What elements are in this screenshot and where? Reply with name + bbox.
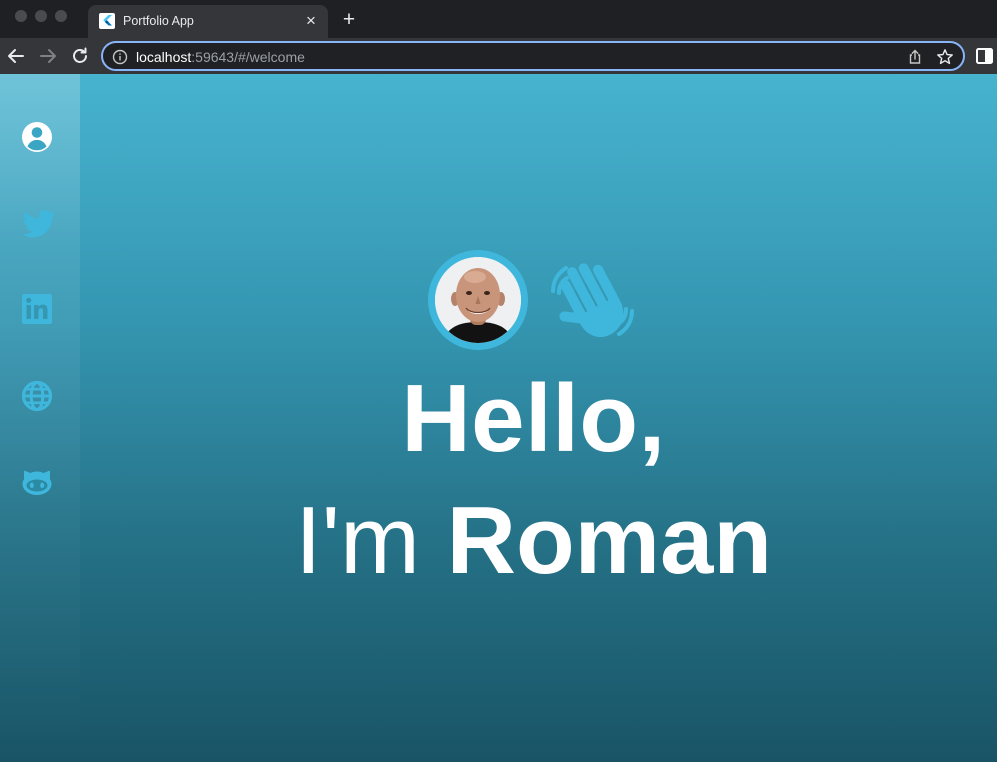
greeting-heading: Hello, [401,365,666,472]
window-zoom-dot[interactable] [55,10,67,22]
tab-close-button[interactable]: × [302,12,320,30]
github-icon[interactable] [20,463,58,501]
waving-hand-icon [545,253,640,348]
bookmark-star-icon[interactable] [936,48,954,66]
back-arrow-icon[interactable] [4,44,28,68]
new-tab-button[interactable]: + [338,9,360,31]
url-text[interactable]: localhost:59643/#/welcome [136,48,305,66]
window-close-dot[interactable] [15,10,27,22]
browser-tab[interactable]: Portfolio App × [88,5,328,38]
avatar [428,250,528,350]
browser-tab-bar: Portfolio App × + [0,0,997,38]
browser-toolbar: localhost:59643/#/welcome [0,38,997,74]
twitter-icon[interactable] [20,204,58,242]
share-icon[interactable] [906,48,924,66]
linkedin-icon[interactable] [20,291,58,329]
welcome-hero: Hello, I'm Roman [80,74,997,762]
owner-name: Roman [446,487,772,594]
portfolio-page: Hello, I'm Roman [0,74,997,762]
reload-icon[interactable] [68,44,92,68]
side-panel-icon[interactable] [975,46,995,66]
site-info-icon[interactable] [112,49,128,65]
social-sidebar [0,74,80,762]
profile-photo [435,257,521,343]
url-path: :59643/#/welcome [191,49,305,65]
url-host: localhost [136,49,192,65]
flutter-favicon-icon [99,13,115,29]
globe-icon[interactable] [20,377,58,415]
tab-title: Portfolio App [123,14,194,28]
account-circle-icon[interactable] [20,118,58,156]
intro-heading: I'm Roman [80,486,987,596]
address-bar[interactable]: localhost:59643/#/welcome [101,41,965,71]
intro-prefix: I'm [295,487,447,594]
window-minimize-dot[interactable] [35,10,47,22]
forward-arrow-icon[interactable] [36,44,60,68]
